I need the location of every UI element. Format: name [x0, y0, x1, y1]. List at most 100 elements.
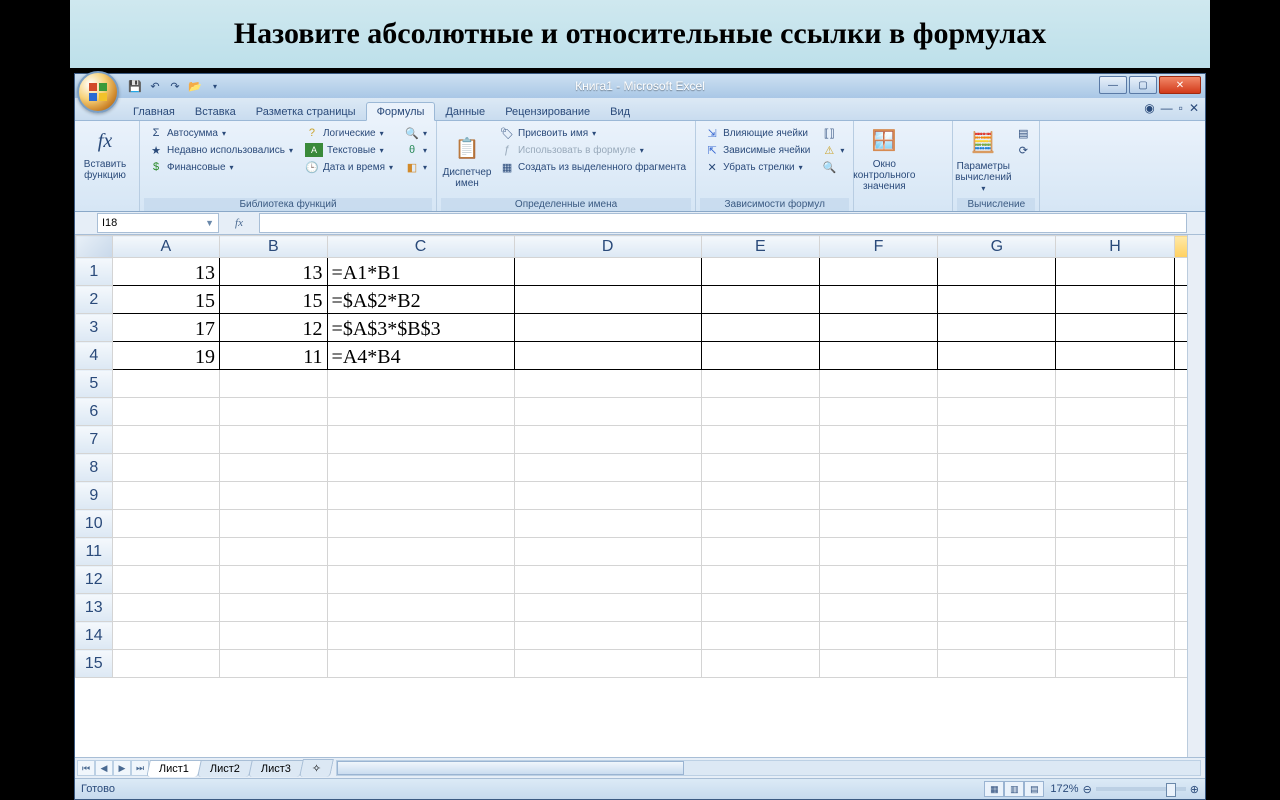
- logical-button[interactable]: ?Логические: [302, 125, 396, 141]
- tab-insert[interactable]: Вставка: [185, 103, 246, 120]
- doc-restore-icon[interactable]: ▫: [1179, 101, 1183, 115]
- cell-E9[interactable]: [701, 482, 819, 510]
- cell-H7[interactable]: [1056, 426, 1174, 454]
- evaluate-formula-button[interactable]: 🔍: [819, 159, 847, 175]
- define-name-button[interactable]: 🏷Присвоить имя: [497, 125, 689, 141]
- cell-D11[interactable]: [514, 538, 701, 566]
- undo-icon[interactable]: ↶: [147, 78, 163, 94]
- col-header-H[interactable]: H: [1056, 236, 1174, 258]
- cell-F2[interactable]: [819, 286, 937, 314]
- cell-E6[interactable]: [701, 398, 819, 426]
- cell-E12[interactable]: [701, 566, 819, 594]
- cell-F15[interactable]: [819, 650, 937, 678]
- cell-C14[interactable]: [327, 622, 514, 650]
- cell-E2[interactable]: [701, 286, 819, 314]
- cell-E7[interactable]: [701, 426, 819, 454]
- datetime-button[interactable]: 🕒Дата и время: [302, 159, 396, 175]
- cell-I15[interactable]: [1174, 650, 1187, 678]
- zoom-in-button[interactable]: ⊕: [1190, 783, 1199, 796]
- cell-B7[interactable]: [220, 426, 328, 454]
- sheet-tab-2[interactable]: Лист2: [197, 760, 253, 777]
- error-check-button[interactable]: ⚠: [819, 142, 847, 158]
- watch-window-button[interactable]: 🪟 Окно контрольного значения: [858, 123, 910, 194]
- cell-G7[interactable]: [938, 426, 1056, 454]
- cell-G5[interactable]: [938, 370, 1056, 398]
- autosum-button[interactable]: ΣАвтосумма: [146, 125, 296, 141]
- cell-H2[interactable]: [1056, 286, 1174, 314]
- open-icon[interactable]: 📂: [187, 78, 203, 94]
- cell-D15[interactable]: [514, 650, 701, 678]
- cell-D14[interactable]: [514, 622, 701, 650]
- row-header-12[interactable]: 12: [76, 566, 113, 594]
- cell-D13[interactable]: [514, 594, 701, 622]
- show-formulas-button[interactable]: ⟦⟧: [819, 125, 847, 141]
- col-header-F[interactable]: F: [819, 236, 937, 258]
- cell-G8[interactable]: [938, 454, 1056, 482]
- horizontal-scrollbar[interactable]: [336, 760, 1201, 776]
- tab-nav-first[interactable]: ⏮: [77, 760, 95, 776]
- col-header-B[interactable]: B: [220, 236, 328, 258]
- cell-F1[interactable]: [819, 258, 937, 286]
- cell-G10[interactable]: [938, 510, 1056, 538]
- row-header-6[interactable]: 6: [76, 398, 113, 426]
- row-header-9[interactable]: 9: [76, 482, 113, 510]
- cell-G14[interactable]: [938, 622, 1056, 650]
- row-header-15[interactable]: 15: [76, 650, 113, 678]
- cell-G2[interactable]: [938, 286, 1056, 314]
- calc-sheet-button[interactable]: ⟳: [1013, 142, 1033, 158]
- tab-home[interactable]: Главная: [123, 103, 185, 120]
- cell-A9[interactable]: [112, 482, 220, 510]
- tab-formulas[interactable]: Формулы: [366, 102, 436, 121]
- office-button[interactable]: [77, 71, 119, 113]
- tab-view[interactable]: Вид: [600, 103, 640, 120]
- cell-C12[interactable]: [327, 566, 514, 594]
- col-header-I[interactable]: I: [1174, 236, 1187, 258]
- tab-pagelayout[interactable]: Разметка страницы: [246, 103, 366, 120]
- cell-B6[interactable]: [220, 398, 328, 426]
- cell-B15[interactable]: [220, 650, 328, 678]
- tab-nav-prev[interactable]: ◀: [95, 760, 113, 776]
- cell-A4[interactable]: 19: [112, 342, 220, 370]
- cell-I14[interactable]: [1174, 622, 1187, 650]
- tab-data[interactable]: Данные: [435, 103, 495, 120]
- calc-now-button[interactable]: ▤: [1013, 125, 1033, 141]
- cell-I2[interactable]: [1174, 286, 1187, 314]
- cell-B3[interactable]: 12: [220, 314, 328, 342]
- view-layout-button[interactable]: ▥: [1004, 781, 1024, 797]
- cell-H8[interactable]: [1056, 454, 1174, 482]
- cell-E11[interactable]: [701, 538, 819, 566]
- cell-A8[interactable]: [112, 454, 220, 482]
- cell-C10[interactable]: [327, 510, 514, 538]
- cell-G15[interactable]: [938, 650, 1056, 678]
- name-box[interactable]: I18▼: [97, 213, 219, 233]
- create-from-selection-button[interactable]: ▦Создать из выделенного фрагмента: [497, 159, 689, 175]
- cell-H6[interactable]: [1056, 398, 1174, 426]
- tab-review[interactable]: Рецензирование: [495, 103, 600, 120]
- cell-C4[interactable]: =A4*B4: [327, 342, 514, 370]
- cell-H14[interactable]: [1056, 622, 1174, 650]
- cell-A3[interactable]: 17: [112, 314, 220, 342]
- lookup-button[interactable]: 🔍: [402, 125, 430, 141]
- cell-A6[interactable]: [112, 398, 220, 426]
- cell-A14[interactable]: [112, 622, 220, 650]
- cell-D10[interactable]: [514, 510, 701, 538]
- cell-I1[interactable]: [1174, 258, 1187, 286]
- qat-more-icon[interactable]: [207, 78, 223, 94]
- cell-G3[interactable]: [938, 314, 1056, 342]
- doc-close-icon[interactable]: ✕: [1189, 101, 1199, 115]
- cell-B14[interactable]: [220, 622, 328, 650]
- cell-F8[interactable]: [819, 454, 937, 482]
- cell-B5[interactable]: [220, 370, 328, 398]
- financial-button[interactable]: $Финансовые: [146, 159, 296, 175]
- cell-A1[interactable]: 13: [112, 258, 220, 286]
- close-button[interactable]: ✕: [1159, 76, 1201, 94]
- cell-E4[interactable]: [701, 342, 819, 370]
- cell-D1[interactable]: [514, 258, 701, 286]
- row-header-14[interactable]: 14: [76, 622, 113, 650]
- row-header-2[interactable]: 2: [76, 286, 113, 314]
- cell-F14[interactable]: [819, 622, 937, 650]
- cell-B2[interactable]: 15: [220, 286, 328, 314]
- cell-C11[interactable]: [327, 538, 514, 566]
- cell-F9[interactable]: [819, 482, 937, 510]
- cell-G9[interactable]: [938, 482, 1056, 510]
